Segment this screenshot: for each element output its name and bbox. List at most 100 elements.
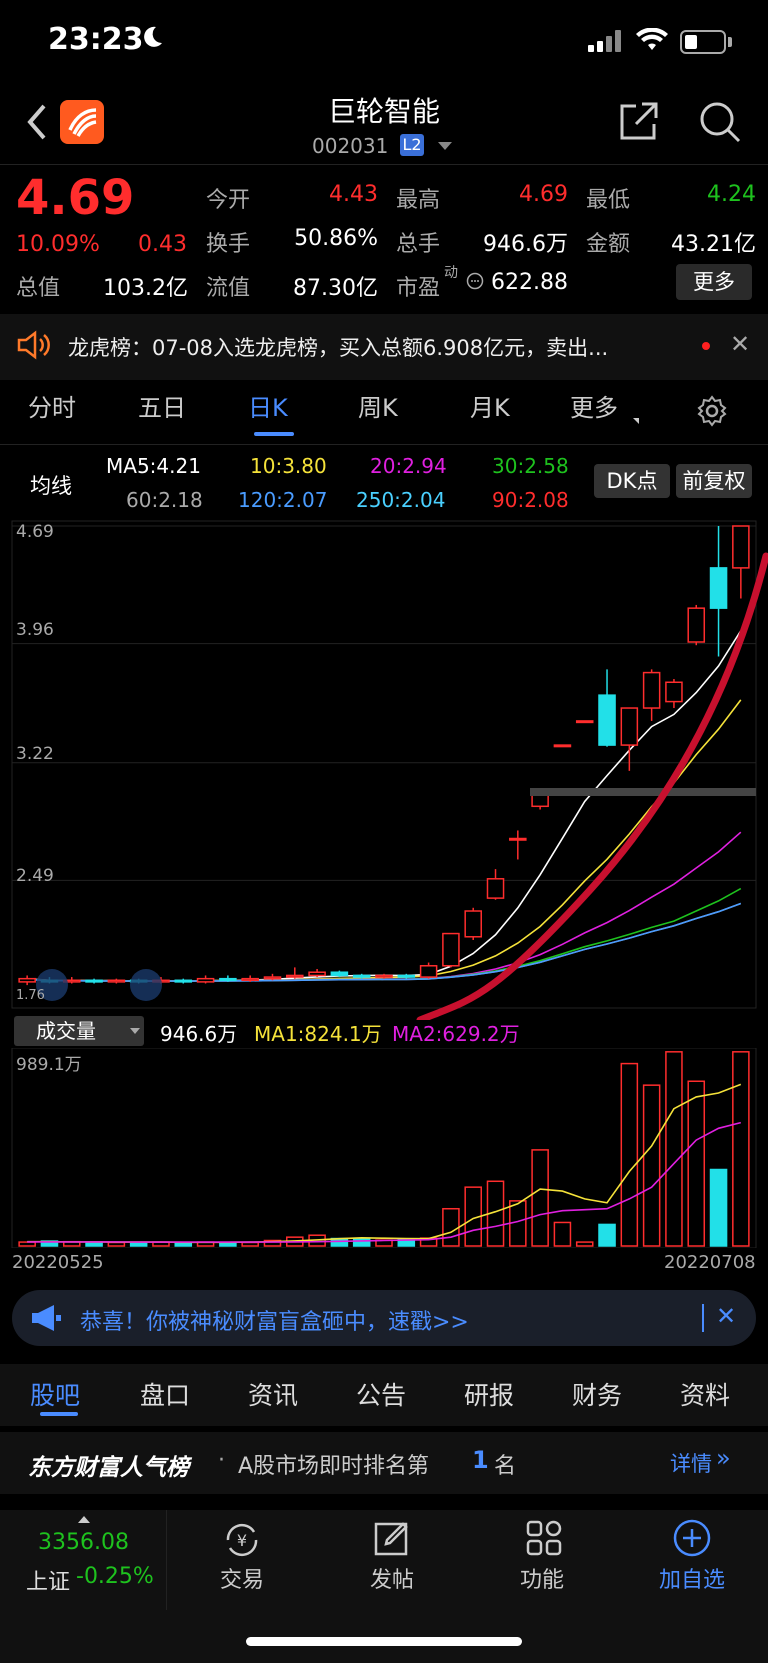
notice-close-icon[interactable]: ✕ xyxy=(716,1302,736,1330)
level2-badge[interactable]: L2 xyxy=(400,134,424,156)
ma5-label: MA5:4.21 xyxy=(106,454,201,478)
scroll-right-icon[interactable] xyxy=(130,969,162,1001)
support-band xyxy=(530,788,756,796)
volume-bar xyxy=(732,1051,750,1247)
stock-code: 002031 xyxy=(312,134,389,158)
dk-point-button[interactable]: DK点 xyxy=(594,464,670,498)
chevron-down-icon[interactable] xyxy=(438,142,452,150)
tab-more[interactable]: 更多 xyxy=(570,388,618,423)
chart-tabs: 分时 五日 日K 周K 月K 更多 xyxy=(0,388,768,444)
tab-research[interactable]: 研报 xyxy=(464,1376,514,1412)
gear-icon[interactable] xyxy=(696,395,728,427)
candle-body xyxy=(464,910,482,938)
megaphone-icon xyxy=(32,1305,61,1331)
info-tabs: 股吧 盘口 资讯 公告 研报 财务 资料 xyxy=(0,1364,768,1426)
candle-body xyxy=(219,977,237,982)
volume-bar xyxy=(575,1241,594,1247)
candle-body xyxy=(531,794,549,808)
change-value: 0.43 xyxy=(138,232,187,257)
post-label[interactable]: 发帖 xyxy=(342,1562,442,1594)
chevron-right-icon[interactable]: » xyxy=(716,1444,731,1472)
volume-bar xyxy=(531,1149,549,1247)
trade-icon[interactable]: ¥ xyxy=(220,1520,264,1560)
tab-announcements[interactable]: 公告 xyxy=(356,1376,406,1412)
pe-value: 622.88 xyxy=(491,270,568,295)
tab-order-book[interactable]: 盘口 xyxy=(140,1376,190,1412)
tab-forum[interactable]: 股吧 xyxy=(30,1376,80,1412)
volume-bar xyxy=(598,1223,616,1247)
function-label[interactable]: 功能 xyxy=(492,1562,592,1594)
candle-body xyxy=(442,932,460,967)
candle-body xyxy=(375,974,393,978)
ma20-label: 20:2.94 xyxy=(370,454,447,478)
volume-chart[interactable] xyxy=(0,1048,768,1248)
speaker-icon xyxy=(17,330,50,360)
home-indicator xyxy=(246,1637,522,1646)
ma120-line xyxy=(27,902,742,982)
ma-title[interactable]: 均线 xyxy=(30,470,72,500)
search-icon[interactable] xyxy=(698,100,742,144)
ma120-label: 120:2.07 xyxy=(238,488,328,512)
tab-weekly-k[interactable]: 周K xyxy=(358,388,398,423)
candlestick-chart[interactable] xyxy=(0,520,768,1020)
index-value: 3356.08 xyxy=(38,1530,129,1555)
forward-adjust-button[interactable]: 前复权 xyxy=(676,464,752,498)
tab-monthly-k[interactable]: 月K xyxy=(470,388,510,423)
candle-body xyxy=(196,977,215,983)
add-watchlist-icon[interactable] xyxy=(672,1518,712,1558)
function-grid-icon[interactable] xyxy=(524,1518,564,1558)
close-icon[interactable]: ✕ xyxy=(730,330,750,358)
volume-bar xyxy=(620,1062,639,1247)
candle-body xyxy=(107,979,126,983)
more-button[interactable]: 更多 xyxy=(676,264,752,300)
amount-label: 金额 xyxy=(586,232,631,257)
rank-number: 1 xyxy=(472,1446,489,1474)
price-axis-top: 4.69 xyxy=(16,522,54,542)
volume-indicator-select[interactable]: 成交量 xyxy=(14,1016,144,1046)
candle-body xyxy=(263,976,282,980)
ma250-label: 250:2.04 xyxy=(356,488,446,512)
index-expand-icon[interactable] xyxy=(78,1516,90,1523)
candle-body xyxy=(732,525,750,569)
pe-label: 市盈 xyxy=(396,276,441,301)
volume-bar xyxy=(107,1241,126,1247)
volume-bar xyxy=(241,1241,259,1247)
index-change: -0.25% xyxy=(76,1564,154,1589)
battery-icon xyxy=(680,30,726,54)
ma90-label: 90:2.08 xyxy=(492,488,569,512)
date-start: 20220525 xyxy=(12,1252,104,1273)
moon-icon xyxy=(144,26,162,47)
tab-five-day[interactable]: 五日 xyxy=(138,388,186,423)
wifi-icon xyxy=(636,28,668,50)
share-icon[interactable] xyxy=(618,100,660,142)
change-percent: 10.09% xyxy=(16,232,100,257)
volume-ma2: MA2:629.2万 xyxy=(392,1022,520,1046)
post-icon[interactable] xyxy=(372,1518,412,1558)
signal-icon xyxy=(588,30,624,52)
tab-profile[interactable]: 资料 xyxy=(680,1376,730,1412)
rank-detail-link[interactable]: 详情 xyxy=(670,1448,712,1478)
price-axis-4: 2.49 xyxy=(16,866,54,886)
candle-body xyxy=(687,607,706,643)
float-value: 87.30亿 xyxy=(293,276,378,301)
candle-body xyxy=(709,567,728,609)
high-label: 最高 xyxy=(396,188,441,213)
low-value: 4.24 xyxy=(707,182,756,207)
candle-body xyxy=(18,977,36,983)
volume-value: 946.6万 xyxy=(160,1022,238,1046)
trade-label[interactable]: 交易 xyxy=(192,1562,292,1594)
float-label: 流值 xyxy=(206,276,251,301)
tab-daily-k[interactable]: 日K xyxy=(248,388,288,423)
candle-body xyxy=(509,837,527,841)
notice-text: 恭喜！你被神秘财富盲盒砸中，速戳>> xyxy=(80,1310,469,1335)
volume-bar xyxy=(553,1221,572,1247)
add-watchlist-label[interactable]: 加自选 xyxy=(642,1562,742,1594)
tab-intraday[interactable]: 分时 xyxy=(28,388,76,423)
tab-financials[interactable]: 财务 xyxy=(572,1376,622,1412)
tab-news[interactable]: 资讯 xyxy=(248,1376,298,1412)
ma5-line xyxy=(27,630,742,983)
rank-text: A股市场即时排名第 xyxy=(238,1454,430,1479)
candle-body xyxy=(665,681,683,703)
high-value: 4.69 xyxy=(519,182,568,207)
candle-body xyxy=(598,694,616,746)
